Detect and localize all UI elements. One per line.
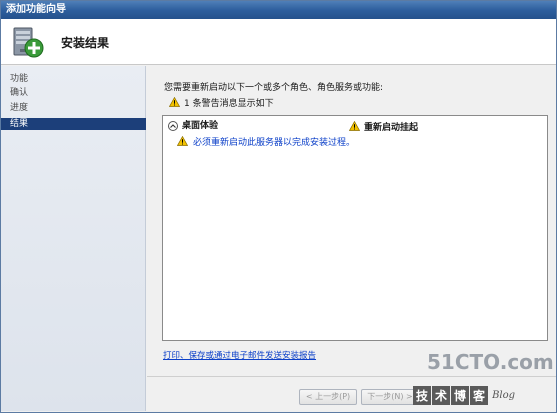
next-button[interactable]: 下一步(N) > <box>361 389 419 405</box>
wizard-steps-sidebar: 功能 确认 进度 结果 <box>1 66 146 411</box>
status-text: 重新启动挂起 <box>364 122 419 133</box>
warning-icon <box>169 97 180 107</box>
sidebar-item-progress[interactable]: 进度 <box>1 102 146 114</box>
results-row-feature[interactable]: 桌面体验 重新启动挂起 <box>163 120 547 133</box>
sidebar-item-features[interactable]: 功能 <box>1 73 146 85</box>
restart-detail-text: 必须重新启动此服务器以完成安装过程。 <box>193 137 356 148</box>
warning-summary: 1 条警告消息显示如下 <box>169 96 274 109</box>
warning-icon <box>349 121 360 131</box>
server-add-feature-icon <box>13 27 44 58</box>
sidebar-item-results[interactable]: 结果 <box>1 118 146 130</box>
page-title: 安装结果 <box>61 36 110 50</box>
wizard-content: 您需要重新启动以下一个或多个角色、角色服务或功能: 1 条警告消息显示如下 桌面… <box>147 66 556 376</box>
warning-icon <box>177 136 188 146</box>
wizard-footer: < 上一步(P) 下一步(N) > <box>147 376 556 412</box>
feature-name: 桌面体验 <box>182 121 219 131</box>
previous-button[interactable]: < 上一步(P) <box>299 389 357 405</box>
wizard-header: 安装结果 <box>1 19 556 65</box>
install-results-list[interactable]: 桌面体验 重新启动挂起 必须重新启动此服务器以完成安装过程。 <box>162 115 548 341</box>
sidebar-item-confirm[interactable]: 确认 <box>1 87 146 99</box>
chevron-up-icon <box>170 124 176 128</box>
install-report-link[interactable]: 打印、保存或通过电子邮件发送安装报告 <box>163 349 316 361</box>
restart-intro-text: 您需要重新启动以下一个或多个角色、角色服务或功能: <box>164 83 384 93</box>
window-title: 添加功能向导 <box>6 4 66 15</box>
window-titlebar[interactable]: 添加功能向导 <box>1 1 556 19</box>
add-features-wizard-window: 添加功能向导 安装结果 功能 确认 进度 结果 您需要重新启动以下一个或多个角色… <box>0 0 557 413</box>
collapse-button[interactable] <box>168 121 178 131</box>
warning-summary-text: 1 条警告消息显示如下 <box>184 98 274 109</box>
results-row-detail: 必须重新启动此服务器以完成安装过程。 <box>177 135 356 148</box>
status-cell: 重新启动挂起 <box>349 120 419 133</box>
